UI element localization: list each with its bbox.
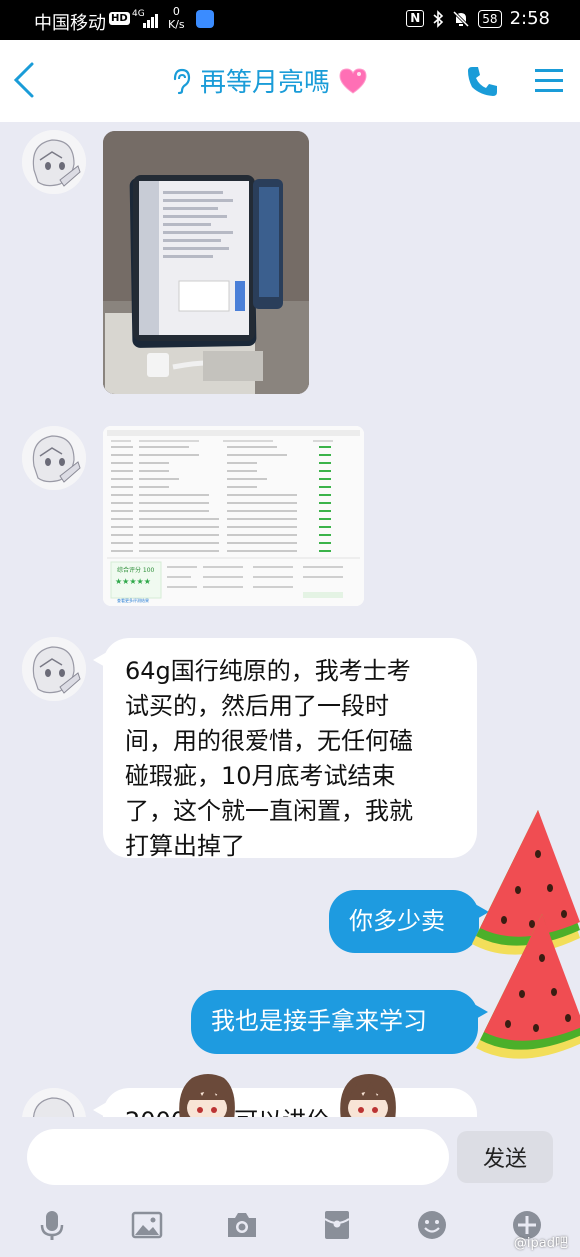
incoming-message-bubble[interactable]: 2000吧，可以讲价 xyxy=(93,1088,477,1117)
message-line: 间，用的很爱惜，无任何磕 xyxy=(125,727,413,755)
character-sticker-icon xyxy=(179,1074,235,1117)
mute-bell-icon xyxy=(453,10,470,27)
report-screenshot-image: 综合评分 100 ★★★★★ 查看更多评测结果 xyxy=(103,426,364,606)
image-icon[interactable] xyxy=(129,1207,165,1243)
network-speed: 0 K/s xyxy=(168,5,185,31)
score-label: 综合评分 100 xyxy=(117,566,155,574)
chat-title: 再等月亮嗎 xyxy=(200,68,331,98)
message-line: 碰瑕疵，10月底考试结束 xyxy=(125,762,396,790)
watermark: @ipad吧 xyxy=(513,1236,568,1251)
message-line: 了，这个就一直闲置，我就 xyxy=(125,797,413,825)
score-stars: ★★★★★ xyxy=(115,577,151,586)
avatar[interactable] xyxy=(22,426,86,490)
message-list[interactable]: 综合评分 100 ★★★★★ 查看更多评测结果 64g国行纯原的，我考士考 试买… xyxy=(0,122,580,1117)
status-bar: 中国移动 HD 4G 0 K/s N 58 2:58 xyxy=(0,0,580,40)
message-line: 试买的，然后用了一段时 xyxy=(125,692,389,720)
red-packet-icon[interactable] xyxy=(319,1207,355,1243)
message-line: 打算出掉了 xyxy=(125,832,245,860)
carrier-label: 中国移动 xyxy=(34,13,106,34)
avatar[interactable] xyxy=(22,1088,86,1117)
battery-indicator: 58 xyxy=(478,9,502,28)
message-line: 64g国行纯原的，我考士考 xyxy=(125,657,411,685)
network-speed-unit: K/s xyxy=(168,18,185,31)
avatar[interactable] xyxy=(22,637,86,701)
chevron-left-icon[interactable] xyxy=(10,60,40,100)
photo-message[interactable] xyxy=(103,131,309,394)
report-more-link: 查看更多评测结果 xyxy=(117,597,149,603)
camera-icon[interactable] xyxy=(224,1207,260,1243)
message-text: 你多少卖 xyxy=(349,907,445,935)
clock: 2:58 xyxy=(509,8,550,29)
emoji-icon[interactable] xyxy=(414,1207,450,1243)
chat-title-group[interactable]: 再等月亮嗎 xyxy=(170,62,368,99)
network-speed-value: 0 xyxy=(172,5,180,18)
incoming-message-bubble[interactable]: 64g国行纯原的，我考士考 试买的，然后用了一段时 间，用的很爱惜，无任何磕 碰… xyxy=(93,638,477,860)
microphone-icon[interactable] xyxy=(34,1207,70,1243)
pink-heart-icon xyxy=(339,67,367,94)
composer: 发送 xyxy=(0,1117,580,1197)
tablet-photo-image xyxy=(103,131,309,394)
watermelon-decoration-icon xyxy=(472,810,580,1059)
chat-header: 再等月亮嗎 xyxy=(0,40,580,122)
composer-toolbar xyxy=(0,1197,580,1257)
avatar[interactable] xyxy=(22,130,86,194)
bluetooth-icon xyxy=(433,9,444,28)
outgoing-message-bubble[interactable]: 你多少卖 xyxy=(329,890,489,953)
shield-icon xyxy=(196,10,214,28)
signal-icon xyxy=(143,14,161,28)
nfc-icon: N xyxy=(406,10,425,27)
phone-icon[interactable] xyxy=(466,64,500,98)
ear-icon xyxy=(173,68,191,94)
screenshot-message[interactable]: 综合评分 100 ★★★★★ 查看更多评测结果 xyxy=(103,426,364,606)
menu-icon[interactable] xyxy=(534,67,564,95)
send-button[interactable]: 发送 xyxy=(457,1131,553,1183)
hd-badge: HD xyxy=(109,12,130,25)
message-input[interactable] xyxy=(27,1129,449,1185)
character-sticker-icon xyxy=(340,1074,396,1117)
message-text: 我也是接手拿来学习 xyxy=(211,1007,427,1035)
outgoing-message-bubble[interactable]: 我也是接手拿来学习 xyxy=(191,990,488,1054)
